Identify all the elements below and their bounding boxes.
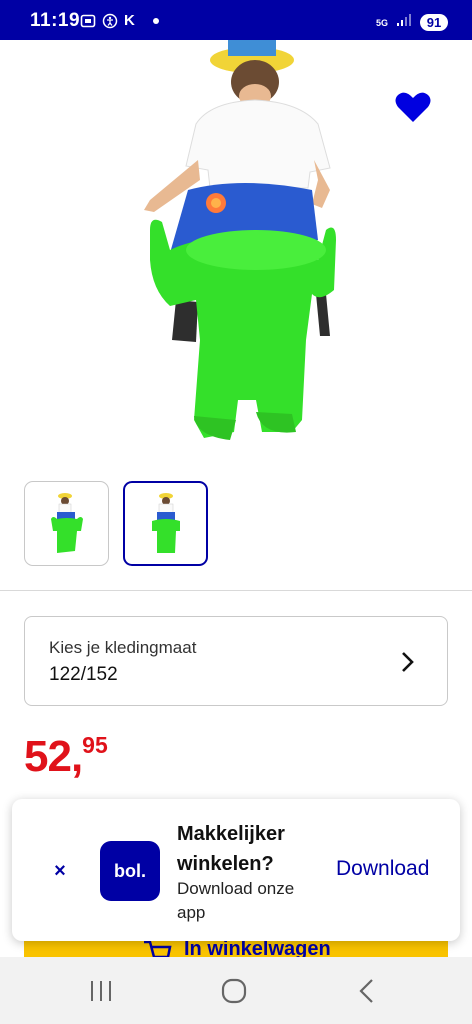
status-bar: 11:19 K 5G 91 [0, 0, 472, 40]
screenshot-icon [80, 13, 96, 29]
app-promo-banner: × bol. Makkelijker winkelen? Download on… [12, 799, 460, 941]
size-selector-label: Kies je kledingmaat [49, 638, 197, 657]
size-selector[interactable]: Kies je kledingmaat 122/152 [24, 616, 448, 706]
promo-subtitle: Download onze app [177, 879, 295, 922]
product-price: 52,95 [24, 732, 108, 782]
costume-thumbnail-icon [50, 492, 83, 553]
home-button[interactable] [219, 977, 249, 1005]
recent-apps-icon [91, 981, 111, 1001]
close-icon[interactable]: × [50, 861, 70, 881]
heart-icon [395, 92, 431, 122]
status-time: 11:19 [30, 10, 81, 31]
thumbnail-2[interactable] [123, 481, 208, 566]
bol-logo: bol. [100, 841, 160, 901]
favorite-button[interactable] [394, 90, 432, 124]
status-icons-right: 5G 91 [376, 13, 448, 32]
navigation-bar [0, 957, 472, 1024]
costume-thumbnail-icon [151, 492, 180, 553]
recent-apps-button[interactable] [86, 977, 116, 1005]
back-icon [359, 979, 373, 1003]
promo-title: Makkelijker winkelen? [177, 823, 285, 875]
accessibility-icon [102, 13, 118, 29]
section-divider [0, 590, 472, 591]
price-cents: 95 [82, 732, 108, 758]
size-selector-value: 122/152 [49, 664, 118, 685]
carrier-letter: K [124, 12, 135, 29]
battery-indicator: 91 [420, 14, 448, 31]
home-icon [221, 978, 247, 1004]
download-app-button[interactable]: Download [336, 857, 429, 881]
notification-dot [152, 17, 159, 24]
product-image[interactable] [0, 40, 472, 460]
network-label: 5G [375, 17, 388, 28]
chevron-right-icon [402, 652, 414, 672]
price-main: 52, [24, 732, 83, 781]
thumbnail-1[interactable] [24, 481, 109, 566]
bol-logo-text: bol. [114, 860, 146, 881]
back-button[interactable] [352, 977, 382, 1005]
status-icons-left: K [80, 12, 159, 29]
thumbnail-strip [24, 481, 208, 566]
signal-icon [396, 13, 412, 32]
